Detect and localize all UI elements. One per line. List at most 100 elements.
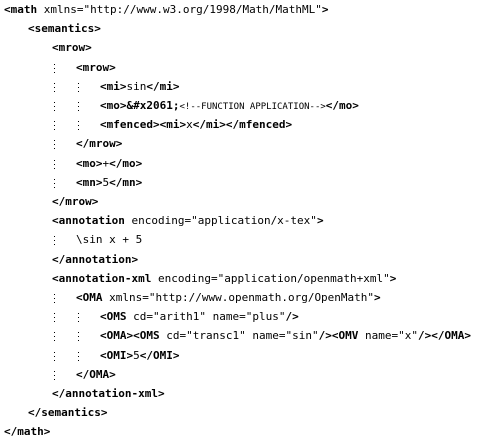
code-token-attr: name= [252, 329, 286, 343]
code-line: <OMA xmlns="http://www.openmath.org/Open… [0, 288, 497, 308]
code-token-tag: </mn> [109, 175, 143, 189]
indent-guide-dot [54, 236, 55, 238]
code-token-tag: </semantics> [28, 406, 108, 420]
code-line-text: <OMA><OMS cd="transc1" name="sin"/><OMV … [100, 326, 471, 346]
indent-guide-dot [78, 121, 79, 123]
indent-guide-dot [54, 140, 55, 142]
indent-guide-dot [54, 67, 55, 69]
indent-guide-dot [54, 71, 55, 73]
indent-guide-dot [54, 182, 55, 184]
indent-guide-dot [54, 186, 55, 188]
code-token-tag: /> [417, 329, 432, 343]
code-line: </annotation> [0, 250, 497, 270]
code-token-tag: <OMA> [100, 329, 134, 343]
indent-guide-dot [54, 317, 55, 319]
xml-source-view: <math xmlns="http://www.w3.org/1998/Math… [0, 0, 497, 443]
indent-guide-dot [54, 102, 55, 103]
indent-guide-dot [54, 294, 55, 295]
code-line-text: </mrow> [76, 134, 122, 154]
code-line: <mi>sin</mi> [0, 77, 497, 97]
indent-guide-dot [78, 106, 79, 107]
indent-guide-dot [54, 321, 55, 323]
indent-guide-dot [54, 302, 55, 303]
code-token-val: "http://www.w3.org/1998/Math/MathML" [83, 3, 322, 16]
code-line: <semantics> [0, 19, 497, 39]
code-token-text: x [186, 118, 193, 132]
code-token-val: "application/x-tex" [191, 214, 317, 228]
code-line-text: <OMA xmlns="http://www.openmath.org/Open… [76, 288, 381, 308]
code-line-text: <OMI>5</OMI> [100, 346, 180, 366]
code-token-attr: encoding= [131, 214, 192, 228]
indent-guide-dot [54, 332, 55, 334]
code-line: <math xmlns="http://www.w3.org/1998/Math… [0, 0, 497, 20]
indent-guide-dot [78, 359, 79, 361]
code-token-text: sin [126, 79, 147, 93]
code-token-text: \sin x + 5 [76, 233, 143, 247]
code-token-val: "http://www.openmath.org/OpenMath" [148, 291, 375, 304]
indent-guide-dot [78, 125, 79, 127]
code-token-tag: </mrow> [76, 137, 123, 151]
code-token-attr: cd= [133, 310, 153, 324]
code-token-tag: > [316, 214, 324, 228]
code-line-text: <mrow> [76, 58, 116, 78]
code-line: <OMA><OMS cd="transc1" name="sin"/><OMV … [0, 326, 497, 346]
code-line-text: <mfenced><mi>x</mi></mfenced> [100, 115, 292, 135]
code-line: <mfenced><mi>x</mi></mfenced> [0, 115, 497, 135]
code-line-text: <mn>5</mn> [76, 173, 142, 193]
code-line-text: <mrow> [52, 38, 92, 58]
code-token-tag: > [389, 271, 397, 285]
indent-guide-dot [54, 178, 55, 180]
code-line-text: </annotation-xml> [52, 384, 165, 404]
code-line: <mrow> [0, 38, 497, 58]
indent-guide-dot [54, 370, 55, 372]
code-line: <OMS cd="arith1" name="plus"/> [0, 307, 497, 327]
indent-guide-dot [54, 129, 55, 131]
code-line: \sin x + 5 [0, 230, 497, 250]
code-token-tag: </mfenced> [225, 118, 293, 132]
indent-guide-dot [78, 313, 79, 315]
code-token-attr: xmlns= [43, 3, 84, 16]
code-token-val: "arith1" [153, 310, 213, 324]
code-line-text: <annotation-xml encoding="application/op… [52, 269, 396, 289]
indent-guide-dot [54, 313, 55, 315]
code-token-attr: name= [364, 329, 399, 343]
code-token-val: "x" [398, 329, 418, 343]
indent-guide-dot [54, 144, 55, 146]
code-line-text: <math xmlns="http://www.w3.org/1998/Math… [4, 0, 329, 20]
indent-guide-dot [54, 340, 55, 342]
indent-guide-dot [54, 359, 55, 361]
code-token-tag: &#x2061; [126, 99, 180, 112]
code-token-tag: </mi> [192, 118, 226, 132]
indent-guide-dot [78, 332, 79, 334]
code-token-tag: <mrow> [52, 41, 92, 55]
code-token-attr: name= [212, 310, 246, 324]
code-token-tag: <mi> [100, 79, 127, 93]
code-token-tag: <math [4, 3, 44, 16]
code-token-val: "sin" [285, 329, 319, 343]
code-token-tag: /> [318, 329, 332, 343]
code-line: </mrow> [0, 134, 497, 154]
code-line: <annotation encoding="application/x-tex"… [0, 211, 497, 231]
code-token-tag: </mo> [325, 99, 359, 112]
code-token-tag: <annotation [52, 214, 132, 228]
code-token-tag: <annotation-xml [52, 271, 158, 285]
code-line-text: </mrow> [52, 192, 98, 212]
indent-guide-dot [54, 121, 55, 123]
indent-guide-dot [54, 90, 55, 92]
code-line-text: <mi>sin</mi> [100, 77, 180, 97]
code-token-tag: <OMV [331, 329, 365, 343]
indent-guide-dot [54, 82, 55, 84]
indent-guide-dot [54, 336, 55, 338]
indent-guide-dot [78, 321, 79, 323]
code-token-tag: </OMI> [139, 348, 180, 362]
indent-guide-dot [78, 336, 79, 338]
code-token-tag: <mfenced> [100, 118, 160, 132]
code-token-tag: > [374, 291, 381, 304]
indent-guide-dot [54, 378, 55, 380]
indent-guide-dot [78, 110, 79, 111]
code-line-text: \sin x + 5 [76, 230, 142, 250]
code-token-tag: </mrow> [52, 195, 99, 208]
code-token-tag: </mo> [109, 156, 143, 170]
indent-guide-dot [54, 110, 55, 111]
indent-guide-dot [78, 86, 79, 88]
